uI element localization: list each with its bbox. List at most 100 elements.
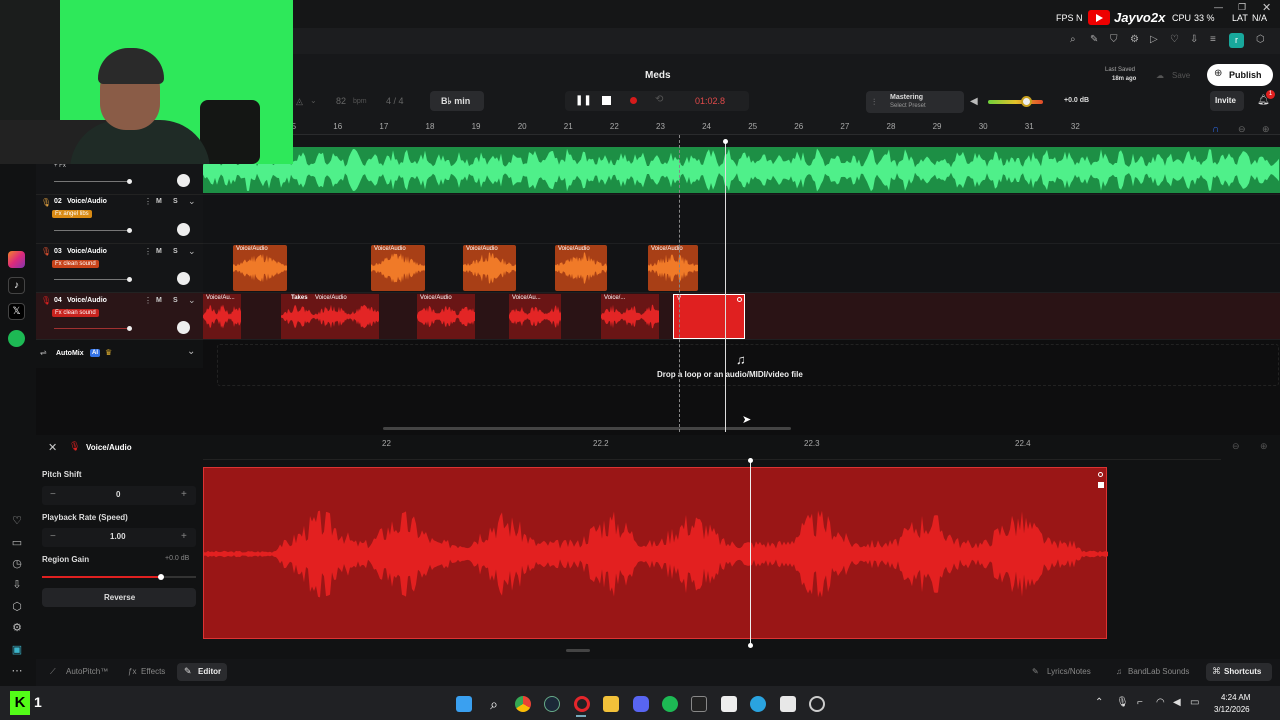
region-gain-slider[interactable] (42, 574, 196, 580)
loop-icon[interactable]: ⟲ (655, 94, 663, 105)
audio-clip[interactable]: Voice/Au... (509, 294, 561, 339)
profile-avatar[interactable]: r (1229, 33, 1244, 48)
audio-clip[interactable]: Voice/Audio (648, 245, 698, 291)
autopitch-tab[interactable]: AutoPitch™ (66, 667, 108, 676)
heart-icon[interactable]: ♡ (1170, 34, 1179, 45)
playhead-line[interactable] (725, 140, 726, 432)
save-button[interactable]: ☁ Save (1148, 66, 1202, 86)
audio-clip[interactable]: V (673, 294, 745, 339)
track-pan-knob[interactable] (177, 174, 190, 187)
track-header-02[interactable]: 🎙︎ 02 Voice/Audio ⋮ M S ⌄ Fx angel libs (36, 195, 203, 244)
time-signature[interactable]: 4 / 4 (386, 96, 404, 106)
track-menu-icon[interactable]: ⋮ (144, 247, 152, 256)
spotify-icon[interactable] (8, 330, 25, 347)
spotify-taskbar-icon[interactable] (662, 696, 678, 712)
audio-clip[interactable]: Voice/Audio (233, 245, 287, 291)
pitch-shift-value[interactable]: 0 (116, 490, 120, 499)
zoom-in-icon[interactable]: ⊕ (1260, 441, 1268, 452)
notepad-icon[interactable] (721, 696, 737, 712)
plugin-icon[interactable]: ▣ (10, 643, 24, 657)
minimize-icon[interactable]: — (1214, 2, 1223, 12)
audio-clip[interactable]: Voice/Audio (555, 245, 607, 291)
reverse-button[interactable]: Reverse (42, 588, 196, 607)
zoom-out-icon[interactable]: ⊖ (1232, 441, 1240, 452)
heart-icon[interactable]: ♡ (10, 514, 24, 528)
more-icon[interactable]: ⋯ (10, 664, 24, 678)
download-icon[interactable]: ⇩ (10, 578, 24, 592)
audio-clip[interactable]: Voice/Audio Takes (281, 294, 379, 339)
tiktok-icon[interactable]: ♪ (8, 277, 25, 294)
record-icon[interactable] (630, 97, 637, 104)
track-menu-icon[interactable]: ⋮ (144, 296, 152, 305)
mute-button[interactable]: M (156, 248, 162, 255)
battery-icon[interactable]: ▭ (1190, 697, 1199, 708)
editor-audio-region[interactable] (203, 467, 1108, 639)
menu-icon[interactable]: ≡ (1210, 34, 1216, 45)
editor-ruler[interactable]: 22 22.2 22.3 22.4 (203, 435, 1221, 460)
fade-handle-icon[interactable] (737, 297, 742, 302)
track-volume-fader[interactable] (54, 228, 132, 233)
chevron-down-icon[interactable]: ⌄ (188, 295, 196, 306)
epic-games-icon[interactable] (691, 696, 707, 712)
pause-icon[interactable]: ❚❚ (575, 95, 592, 106)
restore-icon[interactable]: ❐ (1238, 2, 1246, 13)
plus-icon[interactable]: + (181, 489, 187, 500)
track-name[interactable]: Voice/Audio (67, 297, 107, 304)
mastering-button[interactable]: ⫶ Mastering Select Preset (866, 91, 964, 113)
editor-scrollbar[interactable] (566, 649, 590, 652)
automix-row[interactable]: ⇌ AutoMix AI ♛ ⌄ (36, 340, 203, 368)
audio-clip[interactable]: Voice/Au... (203, 294, 241, 339)
solo-button[interactable]: S (173, 297, 178, 304)
minus-icon[interactable]: − (50, 489, 56, 500)
wifi-icon[interactable]: ◠ (1156, 697, 1165, 708)
chat-icon[interactable]: ▭ (10, 536, 24, 550)
audio-clip[interactable]: Voice/Audio (463, 245, 516, 291)
settings-icon[interactable]: ⚙ (1130, 34, 1139, 45)
effects-tab[interactable]: Effects (141, 667, 165, 676)
cube-icon[interactable]: ⬡ (10, 600, 24, 614)
instagram-icon[interactable] (8, 251, 25, 268)
gear-icon[interactable]: ⚙ (10, 621, 24, 635)
track-fx-tag[interactable]: Fx clean sound (52, 309, 99, 317)
track-pan-knob[interactable] (177, 272, 190, 285)
track-header-04[interactable]: 🎙︎ 04 Voice/Audio ⋮ M S ⌄ Fx clean sound (36, 293, 203, 340)
track-pan-knob[interactable] (177, 223, 190, 236)
windows-start-icon[interactable] (456, 696, 472, 712)
horizontal-scrollbar[interactable] (383, 427, 791, 430)
green-audio-region[interactable] (203, 147, 1280, 193)
discord-icon[interactable] (633, 696, 649, 712)
solo-button[interactable]: S (173, 198, 178, 205)
lane-track-01[interactable] (203, 135, 1280, 195)
track-volume-fader[interactable] (54, 179, 132, 184)
track-menu-icon[interactable]: ⋮ (144, 197, 152, 206)
track-header-01[interactable]: + Fx (36, 163, 203, 195)
track-header-03[interactable]: 🎙︎ 03 Voice/Audio ⋮ M S ⌄ Fx clean sound (36, 244, 203, 293)
telegram-icon[interactable] (750, 696, 766, 712)
chevron-up-icon[interactable]: ⌃ (1095, 697, 1103, 708)
chevron-down-icon[interactable]: ⌄ (310, 96, 317, 105)
play-icon[interactable]: ▷ (1150, 34, 1158, 45)
mute-button[interactable]: M (156, 198, 162, 205)
pitch-shift-stepper[interactable]: − 0 + (42, 486, 196, 505)
region-resize-handle[interactable] (1098, 482, 1104, 488)
volume-icon[interactable]: ◀ (1173, 697, 1181, 708)
lane-track-04[interactable]: Voice/Au... Voice/Audio Takes Voice/Audio Vo… (203, 293, 1280, 340)
track-name[interactable]: Voice/Audio (67, 198, 107, 205)
editor-tab[interactable]: ✎ Editor (177, 663, 227, 681)
magnet-icon[interactable]: ∩ (1212, 124, 1219, 135)
file-explorer-icon[interactable] (603, 696, 619, 712)
obs-icon[interactable] (809, 696, 825, 712)
roblox-icon[interactable] (780, 696, 796, 712)
invite-button[interactable]: Invite (1210, 91, 1244, 111)
mic-tray-icon[interactable]: 🎙︎ (1116, 697, 1129, 708)
fade-handle-icon[interactable] (1098, 472, 1103, 477)
extension-icon[interactable]: ⬡ (1256, 34, 1265, 45)
track-fx-tag[interactable]: Fx angel libs (52, 210, 92, 218)
download-icon[interactable]: ⇩ (1190, 34, 1198, 45)
track-pan-knob[interactable] (177, 321, 190, 334)
kick-icon[interactable]: K (10, 691, 30, 715)
bandlab-sounds-tab[interactable]: BandLab Sounds (1128, 667, 1189, 676)
speaker-icon[interactable]: ◀ (970, 96, 978, 107)
clock-icon[interactable]: ◷ (10, 557, 24, 571)
lane-track-03[interactable]: Voice/Audio Voice/Audio Voice/Audio Voice/A… (203, 244, 1280, 293)
